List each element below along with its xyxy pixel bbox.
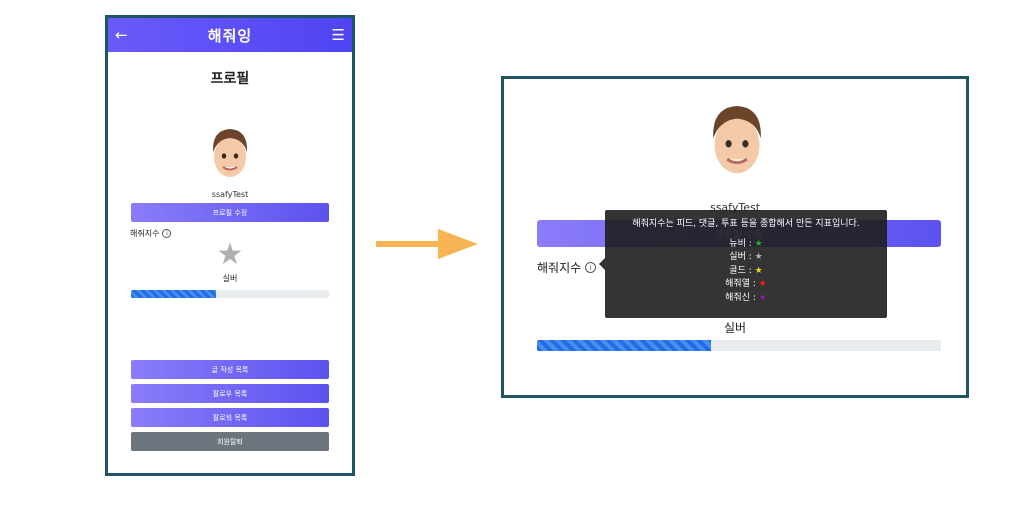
score-row: 해줘지수 i xyxy=(537,259,597,276)
back-arrow-icon[interactable]: ← xyxy=(115,26,131,44)
tooltip-rank-row: 뉴비 : ★ xyxy=(605,238,887,252)
rank-label: 실버 xyxy=(723,321,747,335)
info-icon[interactable]: i xyxy=(585,262,597,273)
rank-label: 실버 xyxy=(222,274,238,283)
avatar-zoom xyxy=(709,99,765,187)
followers-list-button[interactable]: 팔로워 목록 xyxy=(131,408,329,427)
avatar-face-icon xyxy=(713,106,761,174)
right-arrow-icon xyxy=(376,229,478,259)
edit-profile-button[interactable]: 프로필 수정 xyxy=(131,203,329,222)
rank-progress-fill xyxy=(537,340,711,351)
zoomed-detail-panel: ssafyTest 프로필 수정 해줘지수 i 실버 해줘지수는 피드, 댓글,… xyxy=(501,76,969,398)
info-icon[interactable]: i xyxy=(162,229,172,238)
tooltip-rank-label: 골드 : xyxy=(729,265,755,276)
rank-star-icon: ★ xyxy=(754,252,763,262)
app-header: ← 해줘잉 ☰ xyxy=(108,18,352,52)
tooltip-rank-row: 해줘열 : ★ xyxy=(605,278,887,292)
rank-progress-fill xyxy=(131,290,217,298)
tooltip-rank-row: 골드 : ★ xyxy=(605,265,887,279)
rank-star-icon: ★ xyxy=(758,279,767,289)
posts-list-button[interactable]: 글 작성 목록 xyxy=(131,360,329,379)
score-label: 해줘지수 xyxy=(537,261,582,275)
app-brand[interactable]: 해줘잉 xyxy=(208,25,252,46)
avatar xyxy=(108,124,352,184)
avatar-face-icon xyxy=(212,129,248,177)
phone-screen: ← 해줘잉 ☰ 프로필 ssafyTest 프로필 수정 해줘지수 i ★ 실버… xyxy=(105,15,355,476)
rank-progress-bar xyxy=(537,340,941,351)
rank-star-icon: ★ xyxy=(216,237,244,272)
tooltip-rank-label: 실버 : xyxy=(729,252,755,262)
hamburger-menu-icon[interactable]: ☰ xyxy=(329,26,345,44)
rank-progress-bar xyxy=(131,290,329,298)
score-tooltip: 해줘지수는 피드, 댓글, 투표 등을 종합해서 만든 지표입니다. 뉴비 : … xyxy=(599,210,887,318)
page-title: 프로필 xyxy=(210,71,250,87)
action-list: 글 작성 목록 팔로우 목록 팔로워 목록 회원탈퇴 xyxy=(108,360,352,451)
withdraw-button[interactable]: 회원탈퇴 xyxy=(131,432,329,451)
rank-star-icon: ★ xyxy=(758,292,767,303)
tooltip-description: 해줘지수는 피드, 댓글, 투표 등을 종합해서 만든 지표입니다. xyxy=(632,219,860,229)
tooltip-rank-label: 해줘열 : xyxy=(725,279,759,289)
tooltip-rank-label: 뉴비 : xyxy=(729,238,755,249)
rank-star-icon: ★ xyxy=(754,238,763,249)
score-label: 해줘지수 xyxy=(130,229,160,238)
tooltip-rank-row: 실버 : ★ xyxy=(605,251,887,265)
tooltip-rank-label: 해줘신 : xyxy=(725,292,759,303)
tooltip-rank-row: 해줘신 : ★ xyxy=(605,292,887,306)
tooltip-rank-list: 뉴비 : ★ 실버 : ★ 골드 : ★ 해줘열 : ★ 해줘신 : ★ xyxy=(605,238,887,306)
username: ssafyTest xyxy=(211,190,249,199)
rank-star-icon: ★ xyxy=(754,265,763,276)
following-list-button[interactable]: 팔로우 목록 xyxy=(131,384,329,403)
